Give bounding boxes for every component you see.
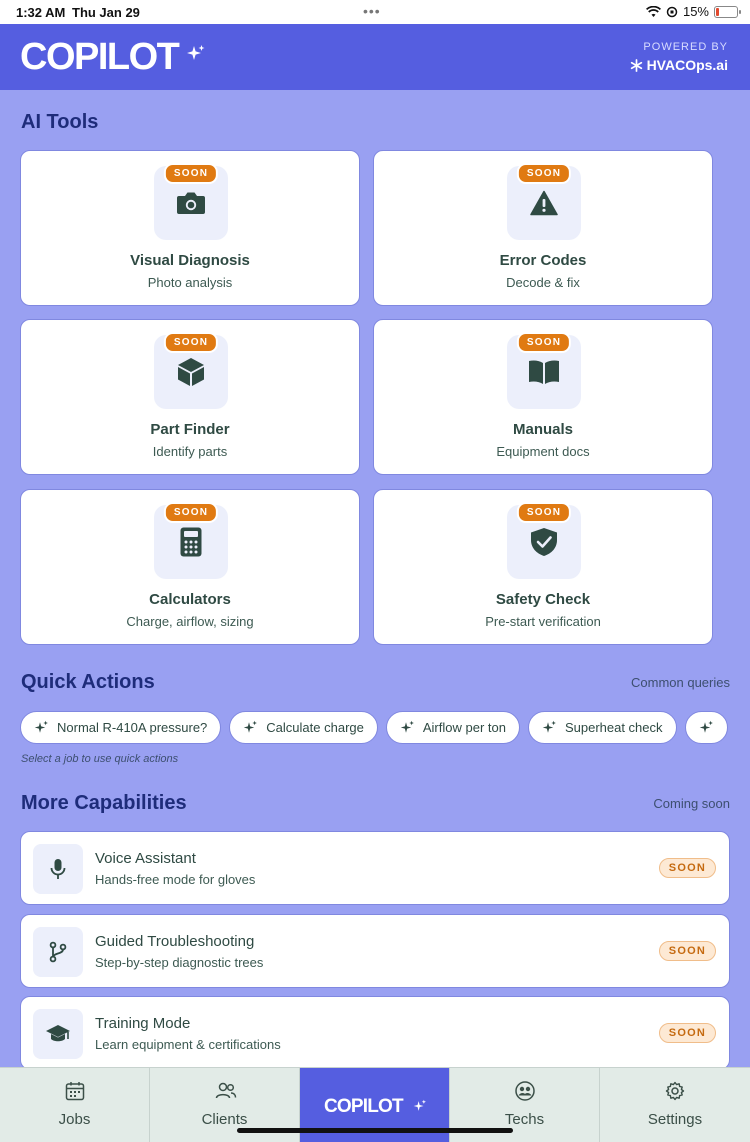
tool-title: Safety Check bbox=[495, 591, 591, 608]
soon-badge: SOON bbox=[516, 502, 572, 523]
snowflake-icon bbox=[630, 58, 642, 72]
quick-actions-title: Quick Actions bbox=[21, 671, 155, 693]
capability-subtitle: Learn equipment & certifications bbox=[95, 1037, 281, 1052]
tool-card-safety-check[interactable]: SOON Safety Check Pre-start verification bbox=[373, 489, 713, 645]
tool-title: Part Finder bbox=[150, 421, 230, 438]
capability-icon-box bbox=[33, 1009, 83, 1059]
capability-title: Voice Assistant bbox=[95, 850, 196, 867]
brand-logo: COPILOT bbox=[20, 36, 180, 78]
quick-actions-hint: Common queries bbox=[631, 675, 730, 690]
nav-tab-settings[interactable]: Settings bbox=[600, 1068, 750, 1142]
capability-training-mode[interactable]: Training Mode Learn equipment & certific… bbox=[20, 996, 730, 1070]
capability-subtitle: Hands-free mode for gloves bbox=[95, 872, 256, 887]
powered-by-brand[interactable]: HVACOps.ai bbox=[630, 57, 728, 73]
more-capabilities-hint: Coming soon bbox=[653, 796, 730, 811]
capability-voice-assistant[interactable]: Voice Assistant Hands-free mode for glov… bbox=[20, 831, 730, 905]
nav-label: Clients bbox=[201, 1111, 248, 1128]
tool-card-part-finder[interactable]: SOON Part Finder Identify parts bbox=[20, 319, 360, 475]
soon-badge: SOON bbox=[163, 163, 219, 184]
quick-action-chip[interactable]: Calculate charge bbox=[229, 711, 378, 744]
camera-icon bbox=[177, 192, 205, 214]
capability-title: Guided Troubleshooting bbox=[95, 933, 255, 950]
chip-label: Normal R-410A pressure? bbox=[57, 720, 208, 735]
quick-actions-scroller[interactable]: Normal R-410A pressure? Calculate charge… bbox=[20, 711, 732, 745]
tool-title: Visual Diagnosis bbox=[130, 252, 250, 269]
tool-title: Error Codes bbox=[499, 252, 587, 269]
soon-badge: SOON bbox=[658, 858, 716, 878]
nav-label: Settings bbox=[647, 1111, 703, 1128]
status-time: 1:32 AM bbox=[16, 5, 66, 20]
tool-card-calculators[interactable]: SOON Calculators Charge, airflow, sizing bbox=[20, 489, 360, 645]
warning-icon bbox=[530, 190, 558, 216]
users-icon bbox=[215, 1082, 237, 1099]
nav-label: Jobs bbox=[58, 1111, 91, 1128]
status-date: Thu Jan 29 bbox=[72, 5, 140, 20]
soon-badge: SOON bbox=[163, 332, 219, 353]
soon-badge: SOON bbox=[658, 1023, 716, 1043]
team-icon bbox=[515, 1081, 535, 1101]
soon-badge: SOON bbox=[658, 941, 716, 961]
battery-fill bbox=[716, 7, 720, 16]
tool-subtitle: Decode & fix bbox=[506, 275, 580, 290]
quick-action-chip[interactable]: Superheat check bbox=[527, 711, 677, 744]
status-indicators: 15% bbox=[645, 4, 741, 19]
shield-check-icon bbox=[531, 528, 557, 556]
quick-actions-note: Select a job to use quick actions bbox=[21, 753, 179, 765]
tool-subtitle: Identify parts bbox=[152, 444, 228, 459]
sparkle-icon bbox=[400, 720, 414, 733]
capability-icon-box bbox=[33, 927, 83, 977]
tool-card-visual-diagnosis[interactable]: SOON Visual Diagnosis Photo analysis bbox=[20, 150, 360, 306]
multitask-dots-icon[interactable]: ••• bbox=[363, 3, 381, 19]
quick-action-chip[interactable]: Normal R-410A pressure? bbox=[20, 711, 222, 744]
app-header: COPILOT POWERED BY HVACOps.ai bbox=[0, 24, 750, 90]
capability-guided-troubleshooting[interactable]: Guided Troubleshooting Step-by-step diag… bbox=[20, 914, 730, 988]
graduation-cap-icon bbox=[46, 1025, 70, 1042]
tool-card-error-codes[interactable]: SOON Error Codes Decode & fix bbox=[373, 150, 713, 306]
soon-badge: SOON bbox=[163, 502, 219, 523]
more-capabilities-title: More Capabilities bbox=[21, 792, 187, 814]
tool-subtitle: Equipment docs bbox=[496, 444, 590, 459]
nav-copilot-logo: COPILOT bbox=[324, 1096, 404, 1117]
tool-title: Calculators bbox=[149, 591, 231, 608]
nav-tab-jobs[interactable]: Jobs bbox=[0, 1068, 150, 1142]
home-indicator[interactable] bbox=[237, 1128, 513, 1133]
status-bar: 1:32 AM Thu Jan 29 ••• 15% bbox=[0, 0, 750, 24]
tool-subtitle: Charge, airflow, sizing bbox=[126, 614, 254, 629]
sparkle-icon bbox=[187, 45, 205, 60]
tool-subtitle: Photo analysis bbox=[147, 275, 233, 290]
tool-title: Manuals bbox=[512, 421, 573, 438]
calculator-icon bbox=[180, 527, 202, 557]
sparkle-icon bbox=[244, 720, 258, 733]
battery-icon bbox=[714, 5, 741, 18]
gear-icon bbox=[665, 1081, 685, 1101]
sparkle-icon bbox=[699, 720, 713, 733]
book-icon bbox=[529, 360, 559, 384]
chip-label: Calculate charge bbox=[266, 720, 364, 735]
sparkle-icon bbox=[413, 1099, 426, 1111]
soon-badge: SOON bbox=[516, 163, 572, 184]
quick-action-chip-partial[interactable] bbox=[684, 711, 728, 744]
cube-icon bbox=[178, 358, 204, 386]
nav-label: Techs bbox=[504, 1111, 545, 1128]
tool-card-manuals[interactable]: SOON Manuals Equipment docs bbox=[373, 319, 713, 475]
quick-action-chip[interactable]: Airflow per ton bbox=[385, 711, 520, 744]
chip-label: Superheat check bbox=[564, 720, 663, 735]
tool-subtitle: Pre-start verification bbox=[485, 614, 601, 629]
microphone-icon bbox=[50, 859, 66, 879]
chip-label: Airflow per ton bbox=[422, 720, 506, 735]
orientation-lock-icon bbox=[666, 6, 678, 17]
sparkle-icon bbox=[542, 720, 556, 733]
ai-tools-title: AI Tools bbox=[21, 111, 99, 133]
capability-icon-box bbox=[33, 844, 83, 894]
capability-title: Training Mode bbox=[95, 1015, 191, 1032]
powered-brand-text: HVACOps.ai bbox=[646, 57, 728, 73]
branch-icon bbox=[49, 941, 67, 963]
battery-percent: 15% bbox=[682, 4, 709, 19]
capability-subtitle: Step-by-step diagnostic trees bbox=[95, 955, 264, 970]
soon-badge: SOON bbox=[516, 332, 572, 353]
wifi-icon bbox=[645, 5, 661, 17]
powered-by-label: POWERED BY bbox=[643, 41, 728, 53]
sparkle-icon bbox=[34, 720, 48, 733]
calendar-icon bbox=[65, 1082, 85, 1101]
